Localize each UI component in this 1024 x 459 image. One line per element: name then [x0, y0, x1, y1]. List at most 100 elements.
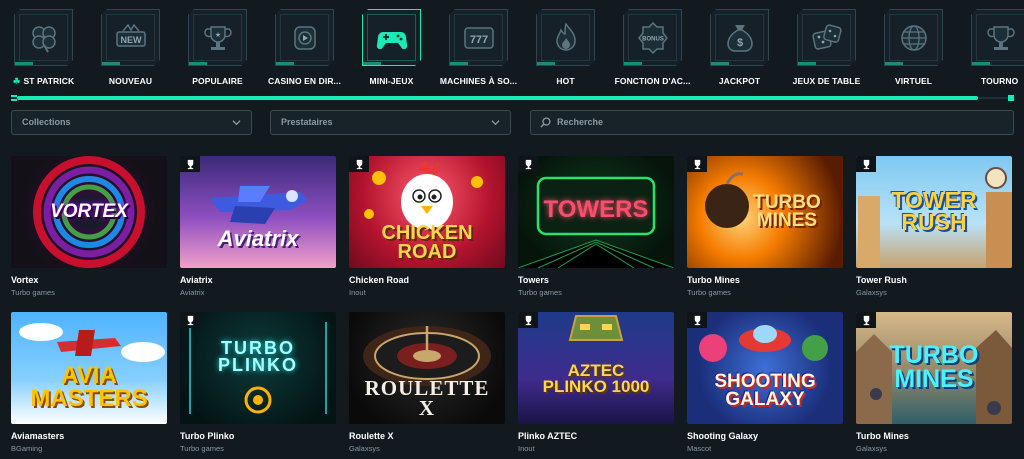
art-title: AZTEC PLINKO 1000 — [542, 360, 650, 396]
game-name: Turbo Plinko — [180, 431, 235, 441]
game-thumbnail[interactable]: CHICKEN ROAD — [349, 156, 505, 268]
search-input[interactable]: Recherche — [530, 110, 1014, 135]
game-thumbnail[interactable]: TOWERS — [518, 156, 674, 268]
globe-icon — [897, 21, 931, 55]
category-tile: 777 — [449, 9, 508, 66]
providers-label: Prestataires — [281, 117, 333, 127]
game-thumbnail[interactable]: Aviatrix — [180, 156, 336, 268]
art-title: TURBO MINES — [753, 191, 821, 231]
category-label: TOURNO — [981, 76, 1019, 86]
category-tile — [971, 9, 1024, 66]
category-scrollbar[interactable] — [11, 95, 1014, 101]
game-provider: Turbo games — [687, 288, 731, 297]
game-name: Turbo Mines — [856, 431, 909, 441]
game-name: Towers — [518, 275, 549, 285]
game-thumbnail[interactable]: TURBO MINES — [687, 156, 843, 268]
category-label: HOT — [556, 76, 575, 86]
category-bar: ☘ ST PATRICK NEW NOUVEAU ★ POPULAIRE CASI… — [0, 0, 1024, 92]
trophy-icon — [856, 156, 876, 172]
category-label: POPULAIRE — [192, 76, 243, 86]
badge-text: BONUS — [642, 36, 664, 42]
category-virtuel[interactable]: VIRTUEL — [870, 0, 957, 92]
game-name: Chicken Road — [349, 275, 410, 285]
category-st-patrick[interactable]: ☘ ST PATRICK — [0, 0, 87, 92]
chevron-down-icon — [232, 120, 241, 126]
game-card[interactable]: ROULETTE X Roulette X Galaxsys — [349, 312, 505, 453]
game-card[interactable]: TURBO MINES Turbo Mines Turbo games — [687, 156, 843, 297]
category-jackpot[interactable]: $ JACKPOT — [696, 0, 783, 92]
game-thumbnail[interactable]: TURBO PLINKO — [180, 312, 336, 424]
slot-777-icon: 777 — [462, 21, 496, 55]
category-machines-a-sous[interactable]: 777 MACHINES À SO... — [435, 0, 522, 92]
game-card[interactable]: TOWERS Towers Turbo games — [518, 156, 674, 297]
game-name: Roulette X — [349, 431, 394, 441]
art-title: SHOOTING GALAXY — [714, 370, 816, 410]
art-title: Aviatrix — [217, 225, 299, 251]
category-label: MACHINES À SO... — [439, 76, 518, 86]
category-nouveau[interactable]: NEW NOUVEAU — [87, 0, 174, 92]
game-thumbnail[interactable]: AZTEC PLINKO 1000 — [518, 312, 674, 424]
search-icon — [540, 117, 551, 128]
play-icon — [288, 21, 322, 55]
art-title: TOWER RUSH — [891, 187, 977, 235]
art-title: TURBO PLINKO — [217, 337, 298, 375]
category-label: MINI-JEUX — [369, 76, 414, 86]
category-tile — [797, 9, 856, 66]
game-provider: Inout — [518, 444, 535, 453]
category-tile: NEW — [101, 9, 160, 66]
category-label: JEUX DE TABLE — [792, 76, 861, 86]
category-tile: $ — [710, 9, 769, 66]
game-provider: Galaxsys — [856, 444, 887, 453]
game-thumbnail[interactable]: VORTEX — [11, 156, 167, 268]
game-card[interactable]: TURBO PLINKO Turbo Plinko Turbo games — [180, 312, 336, 453]
category-fonction-achat[interactable]: BONUS FONCTION D'AC... — [609, 0, 696, 92]
category-hot[interactable]: HOT — [522, 0, 609, 92]
game-provider: Turbo games — [518, 288, 562, 297]
game-card[interactable]: CHICKEN ROAD Chicken Road Inout — [349, 156, 505, 297]
game-card[interactable]: Aviatrix Aviatrix Aviatrix — [180, 156, 336, 297]
game-name: Aviamasters — [11, 431, 65, 441]
game-thumbnail[interactable]: ROULETTE X — [349, 312, 505, 424]
game-card[interactable]: TURBO MINES Turbo Mines Galaxsys — [856, 312, 1012, 453]
game-provider: BGaming — [11, 444, 43, 453]
search-placeholder: Recherche — [557, 117, 604, 127]
game-provider: Galaxsys — [349, 444, 380, 453]
trophy-icon — [518, 156, 538, 172]
game-name: Vortex — [11, 275, 39, 285]
game-thumbnail[interactable]: AVIA MASTERS — [11, 312, 167, 424]
game-card[interactable]: AVIA MASTERS Aviamasters BGaming — [11, 312, 167, 453]
new-badge-icon: NEW — [114, 21, 148, 55]
category-label: JACKPOT — [718, 76, 761, 86]
category-jeux-de-table[interactable]: JEUX DE TABLE — [783, 0, 870, 92]
collections-label: Collections — [22, 117, 71, 127]
clover-icon — [27, 21, 61, 55]
game-card[interactable]: TOWER RUSH Tower Rush Galaxsys — [856, 156, 1012, 297]
trophy-icon — [518, 312, 538, 328]
trophy-icon — [687, 156, 707, 172]
trophy-icon — [856, 312, 876, 328]
game-thumbnail[interactable]: TOWER RUSH — [856, 156, 1012, 268]
game-card[interactable]: VORTEX Vortex Turbo games — [11, 156, 167, 297]
collections-select[interactable]: Collections — [11, 110, 252, 135]
game-card[interactable]: AZTEC PLINKO 1000 Plinko AZTEC Inout — [518, 312, 674, 453]
game-thumbnail[interactable]: TURBO MINES — [856, 312, 1012, 424]
game-name: Tower Rush — [856, 275, 907, 285]
art-title: TURBO MINES — [889, 341, 979, 393]
category-mini-jeux[interactable]: MINI-JEUX — [348, 0, 435, 92]
scroll-thumb[interactable] — [17, 96, 978, 100]
scroll-right-cap — [1008, 95, 1014, 101]
game-thumbnail[interactable]: SHOOTING GALAXY — [687, 312, 843, 424]
trophy-icon — [687, 312, 707, 328]
category-casino-live[interactable]: CASINO EN DIR... — [261, 0, 348, 92]
art-title: AVIA MASTERS — [30, 362, 148, 412]
category-populaire[interactable]: ★ POPULAIRE — [174, 0, 261, 92]
trophy-icon — [180, 156, 200, 172]
providers-select[interactable]: Prestataires — [270, 110, 511, 135]
game-card[interactable]: SHOOTING GALAXY Shooting Galaxy Mascot — [687, 312, 843, 453]
badge-text: 777 — [469, 34, 487, 46]
game-provider: Turbo games — [180, 444, 224, 453]
game-name: Turbo Mines — [687, 275, 740, 285]
filter-bar: Collections Prestataires Recherche — [0, 110, 1024, 135]
category-tournoi[interactable]: TOURNO — [957, 0, 1024, 92]
badge-text: NEW — [120, 35, 142, 45]
